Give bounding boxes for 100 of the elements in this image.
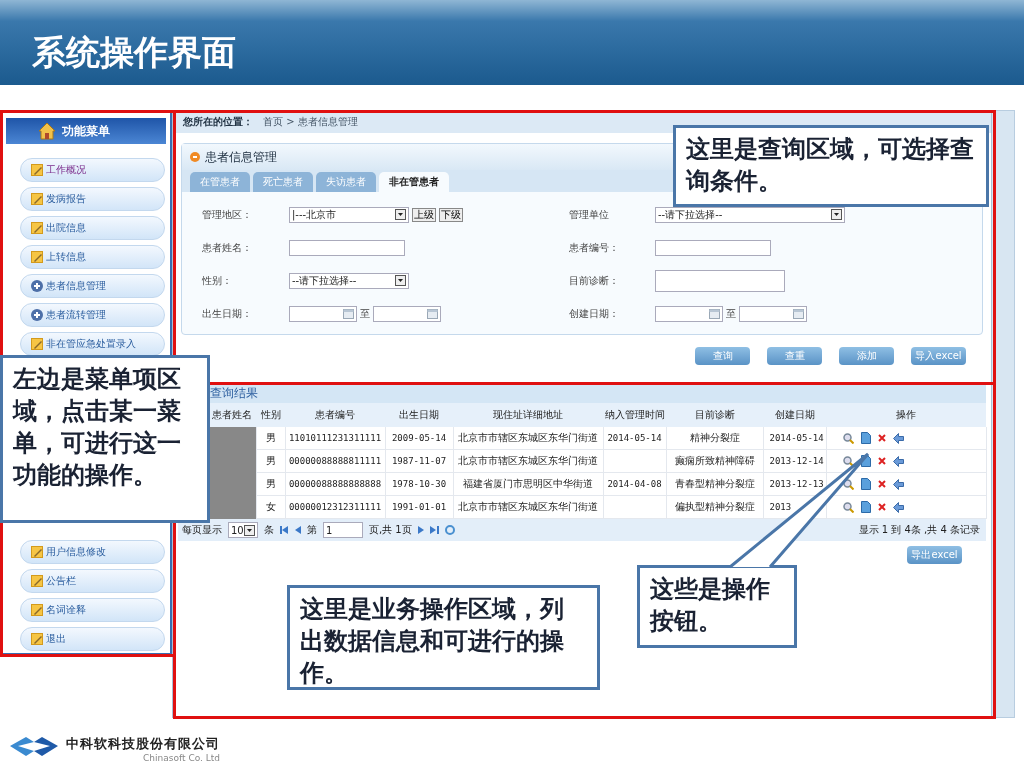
table-cell: 2013-12-14	[763, 449, 826, 473]
pager-label: 页,共 1页	[369, 523, 412, 537]
table-cell: 北京市市辖区东城区东华门街道	[453, 427, 603, 450]
text-field[interactable]	[655, 269, 785, 292]
last-page-icon[interactable]	[429, 526, 439, 534]
table-cell: 1987-11-07	[385, 449, 453, 473]
menu-item[interactable]: 退出	[20, 627, 165, 651]
table-cell: 男	[256, 472, 285, 496]
page-size-dropdown[interactable]: 10	[228, 522, 258, 538]
date-field[interactable]	[655, 305, 723, 322]
first-page-icon[interactable]	[280, 526, 289, 534]
column-header: 出生日期	[385, 403, 453, 427]
breadcrumb-label: 您所在的位置：	[183, 115, 253, 129]
tab[interactable]: 非在管患者	[379, 172, 449, 192]
arrow-left-icon[interactable]	[892, 478, 904, 490]
table-cell: 福建省厦门市思明区中华街道	[453, 472, 603, 496]
arrow-left-icon[interactable]	[892, 432, 904, 444]
field-label: 性别：	[202, 273, 233, 288]
company-name: 中科软科技股份有限公司	[66, 735, 220, 753]
column-header: 目前诊断	[666, 403, 763, 427]
table-cell: 2009-05-14	[385, 427, 453, 450]
dropdown-field[interactable]: --请下拉选择--	[289, 272, 409, 289]
text-field[interactable]	[655, 239, 771, 256]
menu-item[interactable]: 用户信息修改	[20, 540, 165, 564]
callout-text: 这里是查询区域，可选择查询条件。	[673, 125, 989, 207]
date-field[interactable]	[739, 305, 807, 322]
delete-icon[interactable]	[877, 434, 886, 442]
menu-item[interactable]: 非在管应急处置录入	[20, 332, 165, 356]
date-field[interactable]	[373, 305, 441, 322]
arrow-left-icon[interactable]	[892, 501, 904, 513]
calendar-icon[interactable]	[427, 308, 438, 319]
table-cell: 1991-01-01	[385, 495, 453, 519]
table-cell: 2014-05-14	[603, 427, 666, 450]
column-header: 纳入管理时间	[603, 403, 666, 427]
table-cell: 2014-04-08	[603, 472, 666, 496]
level-button[interactable]: 下级	[439, 207, 463, 222]
dot-icon	[190, 152, 200, 162]
menu-item[interactable]: 发病报告	[20, 187, 165, 211]
table-cell: 2014-05-14	[763, 427, 826, 450]
note-icon	[31, 251, 43, 263]
column-header: 性别	[256, 403, 285, 427]
delete-icon[interactable]	[877, 503, 886, 511]
menu-item[interactable]: 出院信息	[20, 216, 165, 240]
calendar-icon[interactable]	[709, 308, 720, 319]
page-field[interactable]: 1	[323, 522, 363, 538]
refresh-icon[interactable]	[444, 525, 455, 535]
table-cell: 1978-10-30	[385, 472, 453, 496]
document-icon[interactable]	[860, 455, 871, 467]
menu-item[interactable]: 名词诠释	[20, 598, 165, 622]
table-cell: 00000088888888888	[285, 472, 385, 496]
menu-item[interactable]: 工作概况	[20, 158, 165, 182]
table-cell: 男	[256, 427, 285, 450]
document-icon[interactable]	[860, 432, 871, 444]
note-icon	[31, 193, 43, 205]
search-icon[interactable]	[842, 501, 854, 513]
table-cell: 北京市市辖区东城区东华门街道	[453, 449, 603, 473]
text-field[interactable]	[289, 239, 405, 256]
menu-item[interactable]: 公告栏	[20, 569, 165, 593]
document-icon[interactable]	[860, 501, 871, 513]
menu-item[interactable]: 患者流转管理	[20, 303, 165, 327]
level-button[interactable]: 上级	[412, 207, 436, 222]
plus-icon	[31, 280, 43, 292]
column-header: 患者编号	[285, 403, 385, 427]
pager-label: 每页显示	[182, 523, 222, 537]
search-icon[interactable]	[842, 478, 854, 490]
table-cell: 癫痫所致精神障碍	[666, 449, 763, 473]
document-icon[interactable]	[860, 478, 871, 490]
delete-icon[interactable]	[877, 457, 886, 465]
note-icon	[31, 575, 43, 587]
note-icon	[31, 338, 43, 350]
date-field[interactable]	[289, 305, 357, 322]
search-icon[interactable]	[842, 432, 854, 444]
slide-title: 系统操作界面	[32, 32, 237, 72]
dropdown-field[interactable]: |---北京市	[289, 206, 409, 223]
column-header: 现住址详细地址	[453, 403, 603, 427]
plus-icon	[31, 309, 43, 321]
table-cell: 00000012312311111	[285, 495, 385, 519]
search-icon[interactable]	[842, 455, 854, 467]
field-label: 目前诊断：	[569, 273, 620, 288]
callout-text: 这里是业务操作区域，列出数据信息和可进行的操作。	[287, 585, 600, 690]
menu-item[interactable]: 患者信息管理	[20, 274, 165, 298]
column-header: 创建日期	[763, 403, 826, 427]
calendar-icon[interactable]	[343, 308, 354, 319]
calendar-icon[interactable]	[793, 308, 804, 319]
table-cell: 00000088888811111	[285, 449, 385, 473]
note-icon	[31, 633, 43, 645]
next-page-icon[interactable]	[417, 526, 424, 534]
table-cell: 青春型精神分裂症	[666, 472, 763, 496]
pager-label: 第	[307, 523, 317, 537]
table-cell: 女	[256, 495, 285, 519]
field-label: 患者编号：	[569, 240, 620, 255]
delete-icon[interactable]	[877, 480, 886, 488]
field-label: 出生日期：	[202, 306, 253, 321]
field-label: 患者姓名：	[202, 240, 253, 255]
field-label: 创建日期：	[569, 306, 620, 321]
table-cell: 精神分裂症	[666, 427, 763, 450]
field-label: 管理地区：	[202, 207, 253, 222]
menu-item[interactable]: 上转信息	[20, 245, 165, 269]
arrow-left-icon[interactable]	[892, 455, 904, 467]
prev-page-icon[interactable]	[295, 526, 301, 534]
